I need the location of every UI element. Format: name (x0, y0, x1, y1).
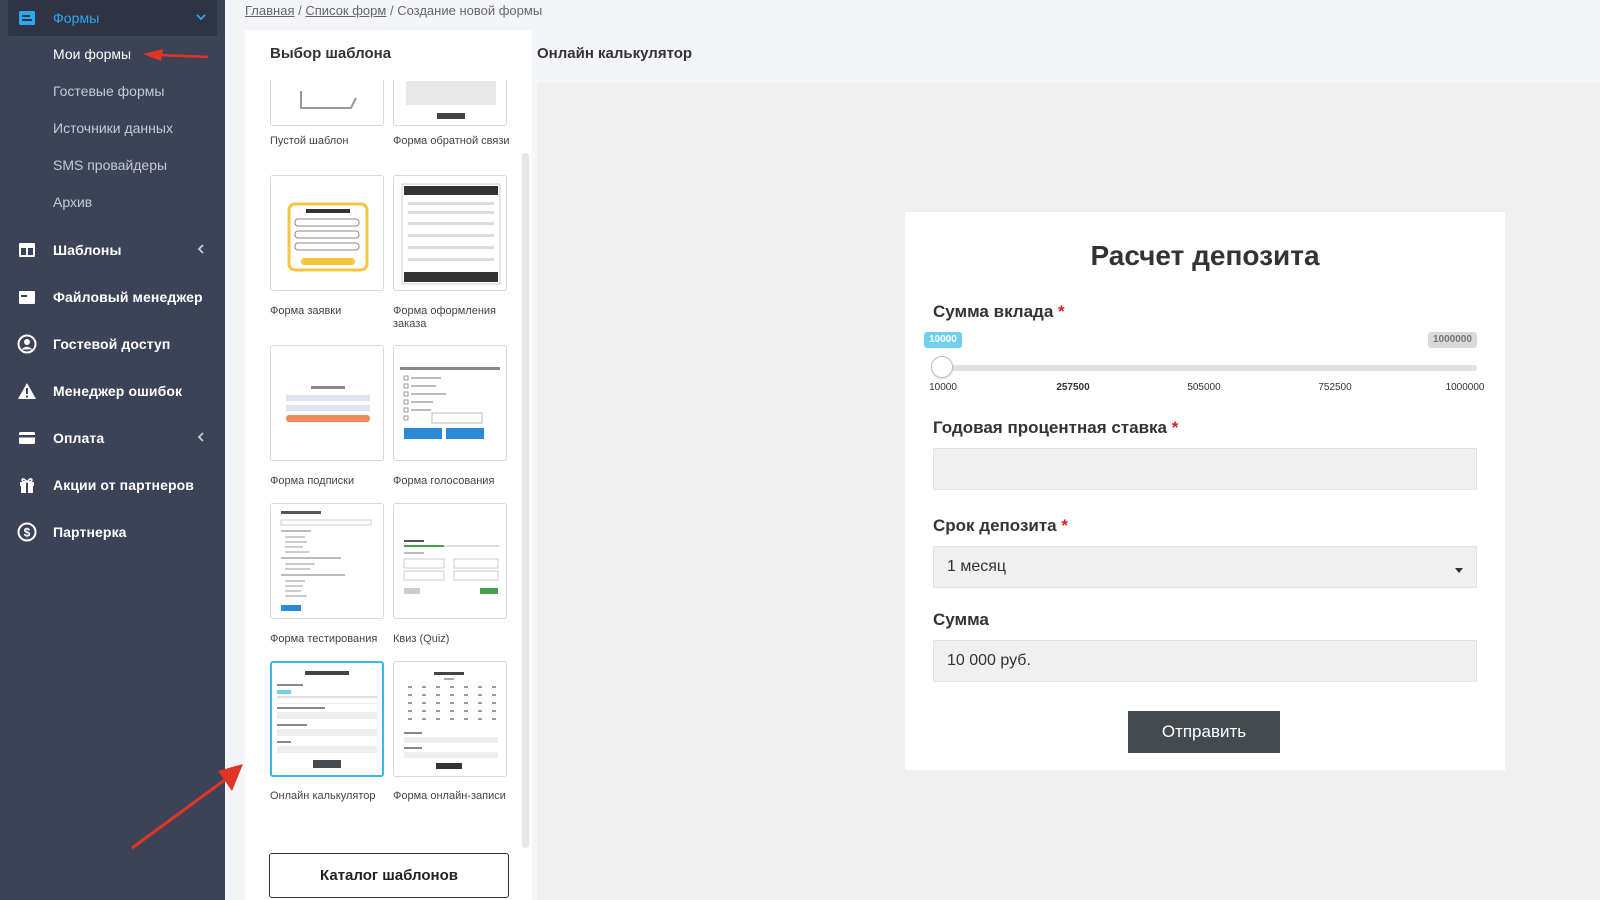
annotation-arrows (131, 49, 243, 850)
annotation-arrow-icon (131, 764, 243, 850)
annotation-arrow-icon (143, 49, 209, 61)
